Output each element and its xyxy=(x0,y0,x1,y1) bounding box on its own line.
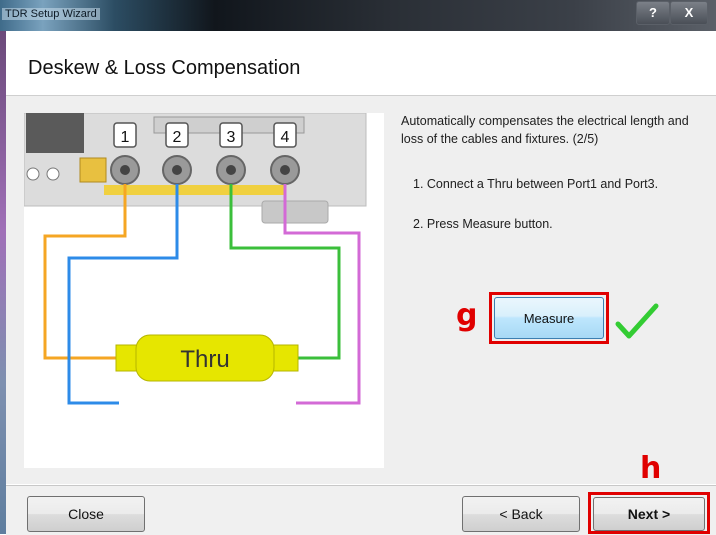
thru-label: Thru xyxy=(180,346,229,373)
measure-button[interactable]: Measure xyxy=(494,297,604,339)
connector-icon xyxy=(280,165,290,175)
port-4-label: 4 xyxy=(281,129,290,146)
back-button[interactable]: < Back xyxy=(462,496,580,532)
close-button[interactable]: Close xyxy=(27,496,145,532)
instruction-step-1: 1. Connect a Thru between Port1 and Port… xyxy=(413,177,659,191)
page-title: Deskew & Loss Compensation xyxy=(28,57,301,79)
thru-end-right xyxy=(271,344,299,372)
connector-icon xyxy=(172,165,182,175)
instrument-foot xyxy=(261,200,329,224)
annotation-g: g xyxy=(456,298,478,333)
port-2-label: 2 xyxy=(173,129,182,146)
check-icon xyxy=(615,303,659,339)
instrument-label-strip xyxy=(104,185,284,195)
port-1-label: 1 xyxy=(121,129,130,146)
connection-diagram: 1 2 3 4 Thru xyxy=(23,112,384,468)
connector-icon xyxy=(226,165,236,175)
instruction-description: Automatically compensates the electrical… xyxy=(401,114,689,146)
diagram-svg: 1 2 3 4 Thru xyxy=(23,112,367,405)
window-close-button[interactable]: X xyxy=(670,1,708,25)
small-knob-icon xyxy=(46,167,60,181)
port-3-label: 3 xyxy=(227,129,236,146)
next-button[interactable]: Next > xyxy=(593,497,705,531)
connector-icon xyxy=(120,165,130,175)
help-button[interactable]: ? xyxy=(636,1,670,25)
window-titlebar: TDR Setup Wizard ? X xyxy=(0,0,716,31)
instrument-display xyxy=(26,113,84,153)
window-title: TDR Setup Wizard xyxy=(2,8,100,20)
annotation-h: h xyxy=(640,451,662,486)
wizard-header: Deskew & Loss Compensation xyxy=(6,31,716,96)
warning-label xyxy=(79,157,107,183)
instruction-step-2: 2. Press Measure button. xyxy=(413,217,553,231)
small-knob-icon xyxy=(26,167,40,181)
cable-port1 xyxy=(43,184,128,360)
